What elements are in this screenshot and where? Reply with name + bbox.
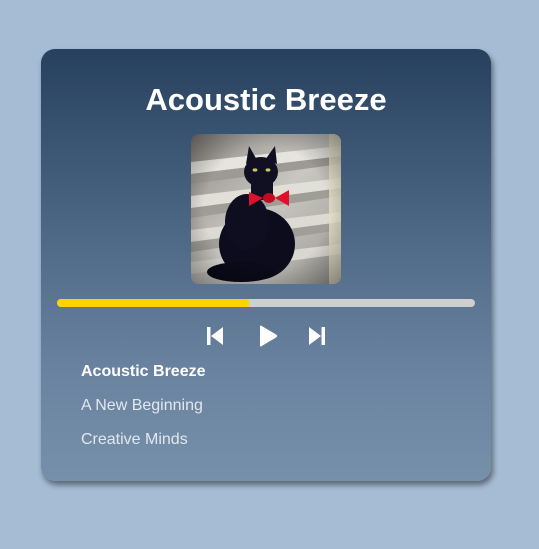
playlist-item[interactable]: Acoustic Breeze <box>81 362 206 382</box>
playlist: Acoustic Breeze A New Beginning Creative… <box>81 362 206 464</box>
music-player-card: Acoustic Breeze Acoustic Breeze A New Be… <box>41 49 491 481</box>
skip-next-icon <box>309 327 325 345</box>
playback-controls <box>41 323 491 349</box>
playlist-item[interactable]: Creative Minds <box>81 430 206 450</box>
skip-previous-icon <box>207 327 223 345</box>
album-cover <box>191 134 341 284</box>
skip-next-button[interactable] <box>305 323 329 349</box>
skip-previous-button[interactable] <box>203 323 227 349</box>
play-icon <box>260 325 278 347</box>
playlist-item[interactable]: A New Beginning <box>81 396 206 416</box>
track-title: Acoustic Breeze <box>145 82 387 117</box>
play-button[interactable] <box>256 323 280 349</box>
black-cat-photo <box>191 134 341 284</box>
progress-fill <box>57 299 250 307</box>
progress-bar[interactable] <box>57 299 475 307</box>
